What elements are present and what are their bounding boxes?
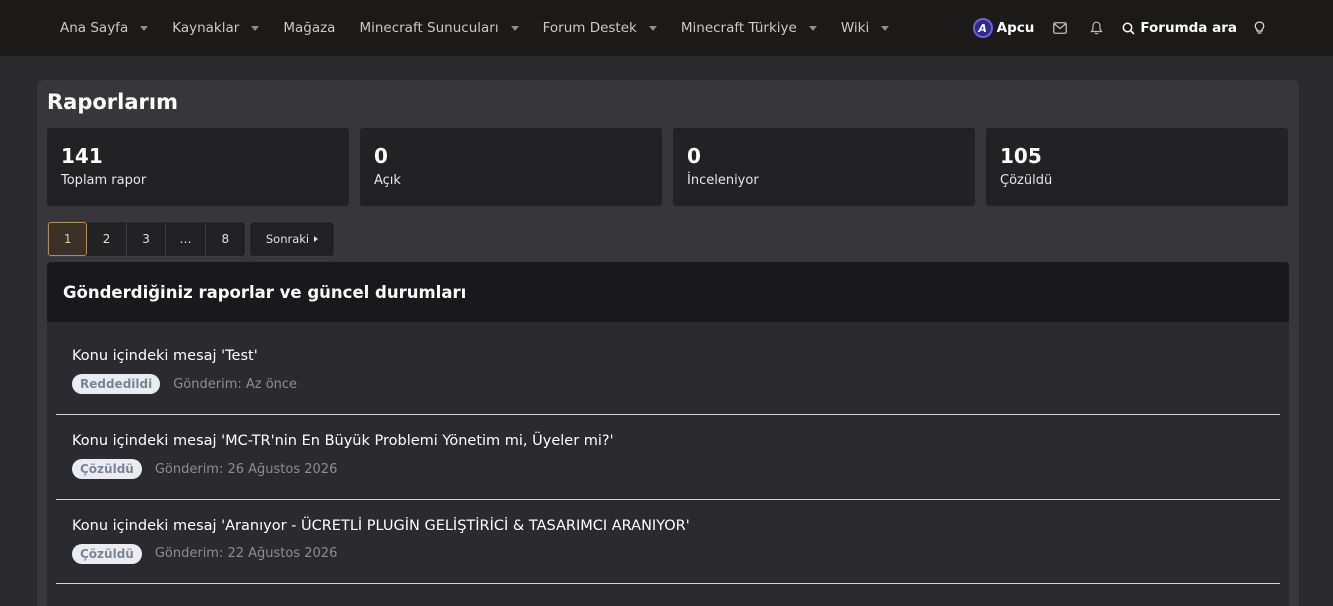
reports-list: Konu içindeki mesaj 'Test' Reddedildi Gö…: [47, 322, 1289, 584]
nav-item-wiki[interactable]: Wiki: [829, 0, 901, 56]
top-navigation-bar: Ana Sayfa Kaynaklar Mağaza Minecraft Sun…: [0, 0, 1333, 56]
nav-item-label: Wiki: [840, 20, 870, 36]
main-nav: Ana Sayfa Kaynaklar Mağaza Minecraft Sun…: [48, 0, 901, 56]
style-toggle-button[interactable]: [1241, 0, 1277, 56]
stat-total-reports: 141 Toplam rapor: [47, 128, 349, 206]
bell-icon: [1090, 21, 1103, 35]
report-date: Gönderim: Az önce: [173, 376, 298, 392]
report-date: Gönderim: 26 Ağustos 2026: [154, 461, 338, 477]
stat-value: 0: [687, 144, 701, 168]
stat-resolved: 105 Çözüldü: [986, 128, 1288, 206]
stat-in-review: 0 İnceleniyor: [673, 128, 975, 206]
report-meta: Reddedildi Gönderim: Az önce: [72, 374, 297, 394]
reports-list-block: Gönderdiğiniz raporlar ve güncel durumla…: [47, 262, 1289, 606]
chevron-down-icon[interactable]: [251, 25, 260, 31]
report-item[interactable]: Konu içindeki mesaj 'Aranıyor - ÜCRETLİ …: [56, 500, 1280, 584]
nav-item-ana-sayfa[interactable]: Ana Sayfa: [48, 0, 160, 56]
username: Apcu: [996, 20, 1035, 36]
report-meta: Çözüldü Gönderim: 22 Ağustos 2026: [72, 543, 338, 564]
search-button[interactable]: Forumda ara: [1122, 20, 1237, 36]
report-title[interactable]: Konu içindeki mesaj 'Aranıyor - ÜCRETLİ …: [72, 518, 690, 534]
inbox-button[interactable]: [1042, 0, 1078, 56]
page-link-8[interactable]: 8: [206, 222, 245, 256]
page-title: Raporlarım: [47, 90, 178, 114]
reports-list-header: Gönderdiğiniz raporlar ve güncel durumla…: [47, 262, 1289, 322]
report-title[interactable]: Konu içindeki mesaj 'Test': [72, 348, 258, 364]
user-menu[interactable]: A Apcu: [972, 18, 1035, 38]
nav-item-label: Ana Sayfa: [60, 20, 129, 36]
status-badge: Çözüldü: [72, 459, 142, 479]
stat-label: Toplam rapor: [61, 173, 147, 188]
nav-item-label: Mağaza: [283, 20, 336, 36]
chevron-down-icon[interactable]: [510, 25, 519, 31]
bulb-icon: [1254, 21, 1264, 34]
alerts-button[interactable]: [1078, 0, 1114, 56]
page-link-3[interactable]: 3: [127, 222, 167, 256]
search-label: Forumda ara: [1140, 20, 1237, 36]
search-icon: [1122, 22, 1135, 35]
nav-item-forum-destek[interactable]: Forum Destek: [531, 0, 669, 56]
report-item[interactable]: Konu içindeki mesaj 'Test' Reddedildi Gö…: [56, 322, 1280, 415]
next-page-button[interactable]: Sonraki: [249, 221, 335, 257]
page-link-1[interactable]: 1: [48, 222, 88, 256]
report-meta: Çözüldü Gönderim: 26 Ağustos 2026: [72, 459, 337, 479]
page-jump-ellipsis[interactable]: …: [166, 222, 206, 256]
nav-item-label: Minecraft Türkiye: [680, 20, 797, 36]
stat-label: İnceleniyor: [687, 173, 759, 188]
nav-item-kaynaklar[interactable]: Kaynaklar: [160, 0, 271, 56]
stat-label: Çözüldü: [1000, 173, 1053, 188]
nav-item-label: Forum Destek: [542, 20, 637, 36]
mail-icon: [1053, 22, 1068, 34]
nav-item-magaza[interactable]: Mağaza: [271, 0, 347, 56]
stat-value: 0: [374, 144, 388, 168]
stat-label: Açık: [374, 173, 401, 188]
report-item[interactable]: Konu içindeki mesaj 'MC-TR'nin En Büyük …: [56, 415, 1280, 500]
reports-panel: Raporlarım 141 Toplam rapor 0 Açık 0 İnc…: [37, 80, 1299, 606]
status-badge: Reddedildi: [72, 374, 161, 394]
status-badge: Çözüldü: [72, 543, 142, 564]
report-title[interactable]: Konu içindeki mesaj 'MC-TR'nin En Büyük …: [72, 433, 614, 449]
stat-value: 141: [61, 144, 103, 168]
chevron-down-icon[interactable]: [881, 25, 890, 31]
nav-right-group: A Apcu Forumda ara: [972, 0, 1277, 56]
stat-value: 105: [1000, 144, 1042, 168]
nav-item-label: Minecraft Sunucuları: [359, 20, 499, 36]
chevron-down-icon[interactable]: [140, 25, 149, 31]
avatar: A: [972, 18, 993, 38]
nav-item-minecraft-turkiye[interactable]: Minecraft Türkiye: [669, 0, 829, 56]
chevron-down-icon[interactable]: [808, 25, 817, 31]
report-date: Gönderim: 22 Ağustos 2026: [154, 546, 338, 561]
chevron-down-icon[interactable]: [648, 25, 657, 31]
nav-item-minecraft-sunuculari[interactable]: Minecraft Sunucuları: [347, 0, 530, 56]
caret-right-icon: [314, 236, 319, 242]
nav-item-label: Kaynaklar: [172, 20, 240, 36]
stat-open: 0 Açık: [360, 128, 662, 206]
pagination: 1 2 3 … 8: [47, 221, 246, 257]
next-page-label: Sonraki: [265, 232, 310, 246]
page-link-2[interactable]: 2: [87, 222, 127, 256]
